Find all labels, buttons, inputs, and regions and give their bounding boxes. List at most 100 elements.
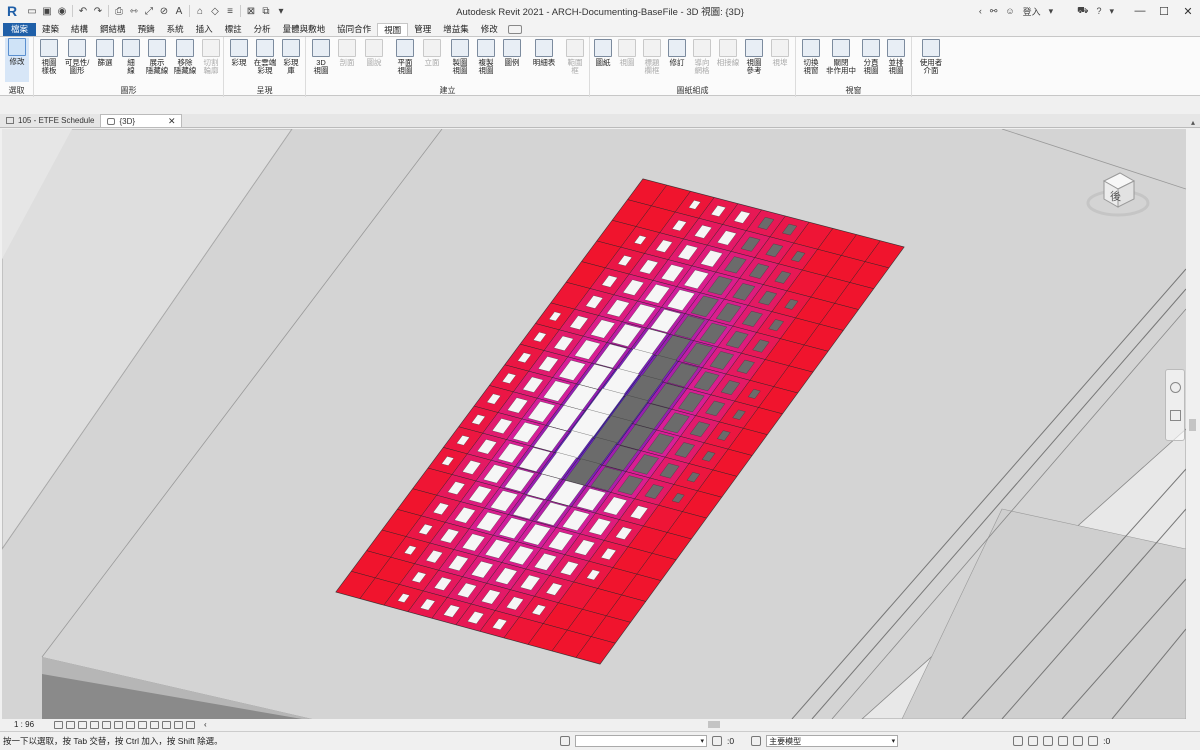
show-crop-icon[interactable] — [126, 720, 136, 729]
ribbon-minimize-icon[interactable] — [507, 25, 522, 34]
vertical-scrollbar[interactable] — [1187, 129, 1198, 719]
select-pinned-icon[interactable] — [1043, 736, 1054, 746]
tile-views-button[interactable]: 並排 視圖 — [885, 39, 907, 75]
drag-elements-icon[interactable] — [1073, 736, 1084, 746]
thin-lines-button[interactable]: 細 線 — [120, 39, 142, 75]
title-block-button[interactable]: 標題 欄框 — [641, 39, 663, 75]
undo-icon[interactable]: ↶ — [76, 4, 90, 18]
user-icon[interactable]: ☺ — [1005, 6, 1014, 16]
3d-viewport[interactable]: 後 — [2, 129, 1186, 719]
select-by-face-icon[interactable] — [1058, 736, 1069, 746]
render-dialog-icon[interactable] — [102, 720, 112, 729]
tab-architecture[interactable]: 建築 — [36, 23, 65, 36]
tab-analyze[interactable]: 分析 — [248, 23, 277, 36]
close-inactive-button[interactable]: 關閉 非作用中 — [826, 39, 856, 75]
tab-steel[interactable]: 鋼結構 — [94, 23, 132, 36]
steering-wheel-icon[interactable] — [1170, 382, 1181, 393]
revit-logo-icon[interactable]: R — [3, 2, 21, 20]
render-cloud-button[interactable]: 在雲端 彩現 — [254, 39, 276, 75]
switch-windows-button[interactable]: 切換 視窗 — [800, 39, 822, 75]
3d-view-button[interactable]: 3D 視圖 — [310, 39, 332, 75]
analytical-model-icon[interactable] — [186, 720, 196, 729]
doc-tab-etfe-schedule[interactable]: 105 - ETFE Schedule — [0, 114, 100, 127]
doc-tab-3d[interactable]: {3D} ✕ — [100, 114, 183, 128]
thin-lines-icon[interactable]: ≡ — [223, 4, 237, 18]
guide-grid-button[interactable]: 導向 網格 — [691, 39, 713, 75]
tab-views-button[interactable]: 分頁 視圖 — [860, 39, 882, 75]
select-underlay-icon[interactable] — [1028, 736, 1039, 746]
plan-views-button[interactable]: 平面 視圖 — [394, 39, 416, 75]
chevron-down-icon[interactable]: ▾ — [1109, 6, 1114, 17]
sun-path-icon[interactable] — [78, 720, 88, 729]
tab-file[interactable]: 檔案 — [3, 23, 37, 36]
help-icon[interactable]: ? — [1096, 6, 1101, 16]
dimension-icon[interactable]: ⤢ — [142, 4, 156, 18]
filters-button[interactable]: 篩選 — [94, 39, 116, 67]
cut-profile-button[interactable]: 切割 輪廓 — [200, 39, 222, 75]
tab-collaborate[interactable]: 協同合作 — [331, 23, 377, 36]
user-interface-button[interactable]: 使用者 介面 — [920, 39, 942, 75]
customize-qat-icon[interactable]: ▾ — [274, 4, 288, 18]
editable-icon[interactable] — [712, 736, 722, 746]
cart-icon[interactable]: ⛟ — [1077, 5, 1088, 17]
sync-icon[interactable]: ◉ — [55, 4, 69, 18]
design-option-select[interactable]: 主要模型 — [766, 735, 899, 747]
save-icon[interactable]: ▣ — [40, 4, 54, 18]
binoculars-icon[interactable]: ⚯ — [990, 6, 998, 17]
section-button[interactable]: 剖面 — [336, 39, 358, 67]
reveal-hidden-icon[interactable] — [162, 720, 172, 729]
callout-button[interactable]: 圖說 — [363, 39, 385, 67]
chevron-down-icon[interactable]: ▾ — [1049, 6, 1054, 17]
legends-button[interactable]: 圖例 — [501, 39, 523, 67]
remove-hidden-lines-button[interactable]: 移除 隱藏線 — [174, 39, 196, 75]
tab-systems[interactable]: 系統 — [161, 23, 190, 36]
sheet-button[interactable]: 圖紙 — [592, 39, 614, 67]
duplicate-view-button[interactable]: 複製 視圖 — [475, 39, 497, 75]
minimize-button[interactable]: — — [1128, 0, 1152, 22]
tab-manage[interactable]: 管理 — [408, 23, 437, 36]
section-icon[interactable]: ◇ — [208, 4, 222, 18]
tab-precast[interactable]: 預鑄 — [132, 23, 161, 36]
tab-modify[interactable]: 修改 — [475, 23, 504, 36]
scroll-thumb[interactable] — [1189, 419, 1196, 431]
visibility-graphics-button[interactable]: 可見性/ 圖形 — [65, 39, 89, 75]
horizontal-scrollbar[interactable] — [256, 719, 1186, 730]
search-arrow-icon[interactable]: ‹ — [979, 6, 982, 16]
zoom-icon[interactable] — [1170, 410, 1181, 421]
default-3d-view-icon[interactable]: ⌂ — [193, 4, 207, 18]
worksets-icon[interactable] — [560, 736, 570, 746]
sign-in-label[interactable]: 登入 — [1023, 5, 1041, 18]
drafting-view-button[interactable]: 製圖 視圖 — [449, 39, 471, 75]
modify-button[interactable]: 修改 — [5, 38, 29, 82]
open-icon[interactable]: ▭ — [25, 4, 39, 18]
scroll-left-icon[interactable]: ‹ — [204, 720, 207, 729]
tab-insert[interactable]: 插入 — [190, 23, 219, 36]
print-icon[interactable]: ⎙ — [112, 4, 126, 18]
show-hidden-lines-button[interactable]: 展示 隱藏線 — [146, 39, 168, 75]
tab-addins[interactable]: 增益集 — [437, 23, 475, 36]
detail-level-icon[interactable] — [54, 720, 64, 729]
redo-icon[interactable]: ↷ — [91, 4, 105, 18]
tabs-overflow-icon[interactable]: ▴ — [1191, 118, 1200, 127]
measure-icon[interactable]: ⇿ — [127, 4, 141, 18]
tab-structure[interactable]: 結構 — [65, 23, 94, 36]
scroll-thumb[interactable] — [708, 721, 720, 728]
shadows-icon[interactable] — [90, 720, 100, 729]
revisions-button[interactable]: 修訂 — [666, 39, 688, 67]
switch-windows-icon[interactable]: ⧉ — [259, 4, 273, 18]
viewports-button[interactable]: 視埠 — [769, 39, 791, 67]
lock-view-icon[interactable] — [138, 720, 148, 729]
close-tab-icon[interactable]: ✕ — [168, 115, 176, 128]
view-reference-button[interactable]: 視圖 參考 — [743, 39, 765, 75]
visual-style-icon[interactable] — [66, 720, 76, 729]
text-icon[interactable]: A — [172, 4, 186, 18]
close-hidden-icon[interactable]: ⊠ — [244, 4, 258, 18]
render-button[interactable]: 彩現 — [228, 39, 250, 67]
view-templates-button[interactable]: 視圖 樣板 — [38, 39, 60, 75]
maximize-button[interactable]: ☐ — [1152, 0, 1176, 22]
crop-view-icon[interactable] — [114, 720, 124, 729]
view-scale[interactable]: 1 : 96 — [14, 720, 34, 729]
tab-annotate[interactable]: 標註 — [219, 23, 248, 36]
temporary-hide-icon[interactable] — [150, 720, 160, 729]
model-canvas[interactable]: 後 — [2, 129, 1186, 719]
